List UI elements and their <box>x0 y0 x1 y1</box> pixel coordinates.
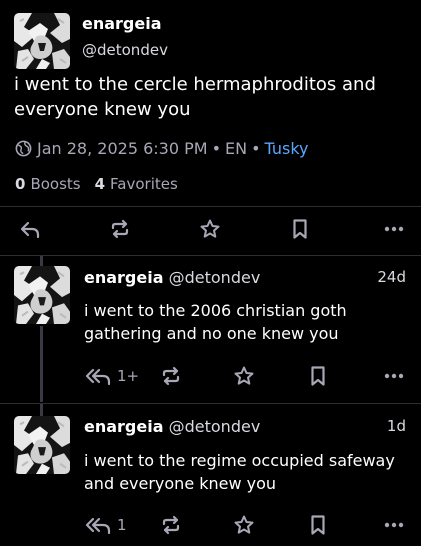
more-button[interactable] <box>381 216 407 242</box>
boost-icon <box>108 217 132 241</box>
favorite-button[interactable] <box>231 512 257 538</box>
boosts-count[interactable]: 0 <box>15 175 25 193</box>
post-metadata: Jan 28, 2025 6:30 PM • EN • Tusky <box>14 137 309 159</box>
boost-icon <box>159 513 183 537</box>
divider <box>0 206 421 207</box>
relative-time[interactable]: 24d <box>377 268 406 286</box>
boost-icon <box>159 364 183 388</box>
reply-button[interactable]: 1+ <box>84 363 140 389</box>
more-icon <box>382 364 406 388</box>
more-button[interactable] <box>381 512 407 538</box>
favorites-label[interactable]: Favorites <box>110 175 178 193</box>
language-label: EN <box>225 138 248 158</box>
more-button[interactable] <box>381 363 407 389</box>
favorites-count[interactable]: 4 <box>95 175 105 193</box>
post-content: i went to the 2006 christian goth gather… <box>84 301 347 343</box>
reply-count: 1 <box>117 516 127 534</box>
thread-line <box>40 404 43 416</box>
boost-button[interactable] <box>158 363 184 389</box>
more-icon <box>382 217 406 241</box>
separator: • <box>211 138 221 158</box>
avatar[interactable] <box>14 13 70 69</box>
reply-icon <box>18 217 42 241</box>
thread-line <box>40 326 43 402</box>
separator: • <box>251 138 261 158</box>
bookmark-button[interactable] <box>305 512 331 538</box>
globe-icon <box>14 139 33 158</box>
timestamp: Jan 28, 2025 6:30 PM <box>37 138 208 158</box>
app-link[interactable]: Tusky <box>265 139 309 158</box>
reply-button[interactable] <box>17 216 43 242</box>
favorite-button[interactable] <box>231 363 257 389</box>
star-icon <box>232 513 256 537</box>
boost-button[interactable] <box>158 512 184 538</box>
boost-button[interactable] <box>107 216 133 242</box>
reply-all-icon <box>84 364 114 388</box>
avatar[interactable] <box>14 266 70 324</box>
star-icon <box>232 364 256 388</box>
post-content: i went to the regime occupied safeway an… <box>84 451 395 493</box>
favorite-button[interactable] <box>197 216 223 242</box>
reply-header: enargeia @detondev <box>84 417 260 436</box>
display-name[interactable]: enargeia <box>84 268 164 287</box>
thread-line <box>40 256 43 266</box>
reply-count: 1+ <box>117 367 140 385</box>
star-icon <box>198 217 222 241</box>
post-content: i went to the cercle hermaphroditos and … <box>14 74 376 120</box>
username-handle[interactable]: @detondev <box>169 417 261 436</box>
boosts-label[interactable]: Boosts <box>30 175 80 193</box>
reply-all-icon <box>84 513 114 537</box>
reply-button[interactable]: 1 <box>84 512 140 538</box>
bookmark-button[interactable] <box>305 363 331 389</box>
bookmark-icon <box>306 513 330 537</box>
reply-header: enargeia @detondev <box>84 268 260 287</box>
bookmark-icon <box>288 217 312 241</box>
more-icon <box>382 513 406 537</box>
username-handle[interactable]: @detondev <box>82 41 168 59</box>
bookmark-button[interactable] <box>287 216 313 242</box>
post-stats: 0 Boosts 4 Favorites <box>15 175 192 193</box>
display-name[interactable]: enargeia <box>82 14 162 33</box>
relative-time[interactable]: 1d <box>387 417 406 435</box>
username-handle[interactable]: @detondev <box>169 268 261 287</box>
bookmark-icon <box>306 364 330 388</box>
divider <box>0 255 421 256</box>
avatar[interactable] <box>14 416 70 474</box>
display-name[interactable]: enargeia <box>84 417 164 436</box>
divider <box>0 403 421 404</box>
